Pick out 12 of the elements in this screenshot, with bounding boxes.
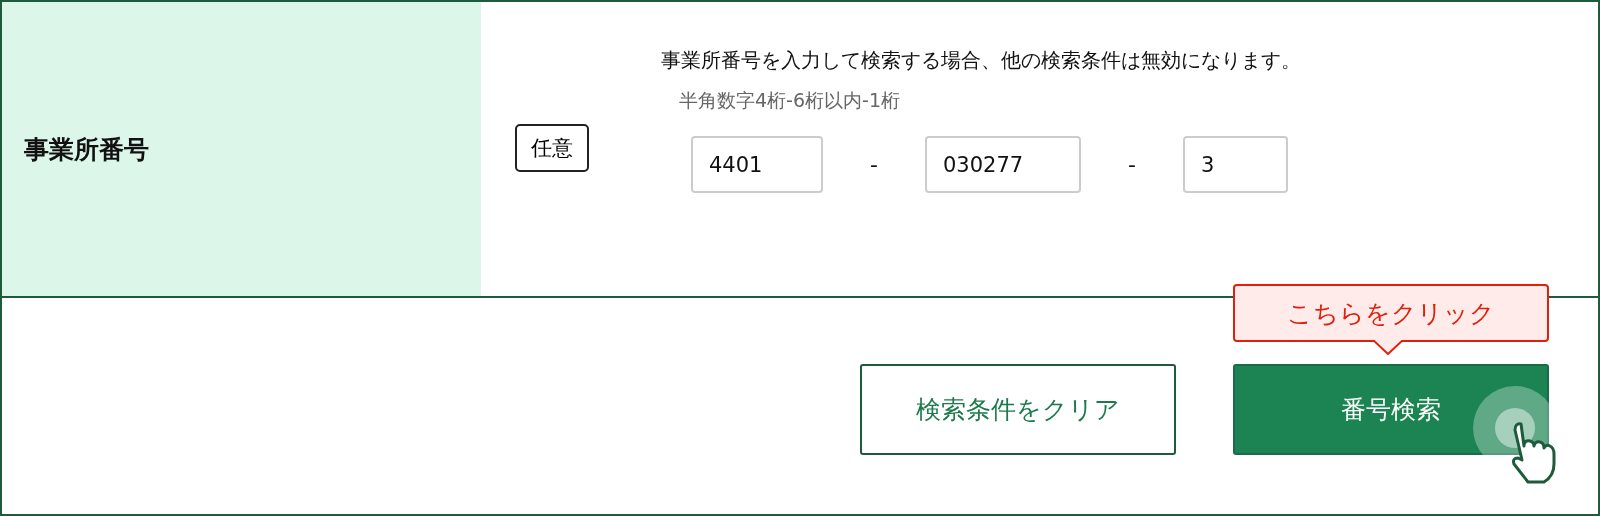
format-hint: 半角数字4桁-6桁以内-1桁	[679, 88, 901, 113]
number-input[interactable]: 4401	[691, 136, 823, 193]
search-button[interactable]: 番号検索	[1233, 364, 1549, 455]
field-label: 事業所番号	[2, 2, 481, 296]
clear-button[interactable]: 検索条件をクリア	[860, 364, 1176, 455]
optional-tag: 任意	[515, 123, 589, 172]
tooltip-tail-icon	[1373, 340, 1403, 355]
number-input[interactable]: 3	[1183, 136, 1288, 193]
dash-separator: -	[1127, 152, 1137, 177]
note-text: 事業所番号を入力して検索する場合、他の検索条件は無効になります。	[661, 47, 1302, 74]
number-input[interactable]: 030277	[925, 136, 1081, 193]
dash-separator: -	[869, 152, 879, 177]
